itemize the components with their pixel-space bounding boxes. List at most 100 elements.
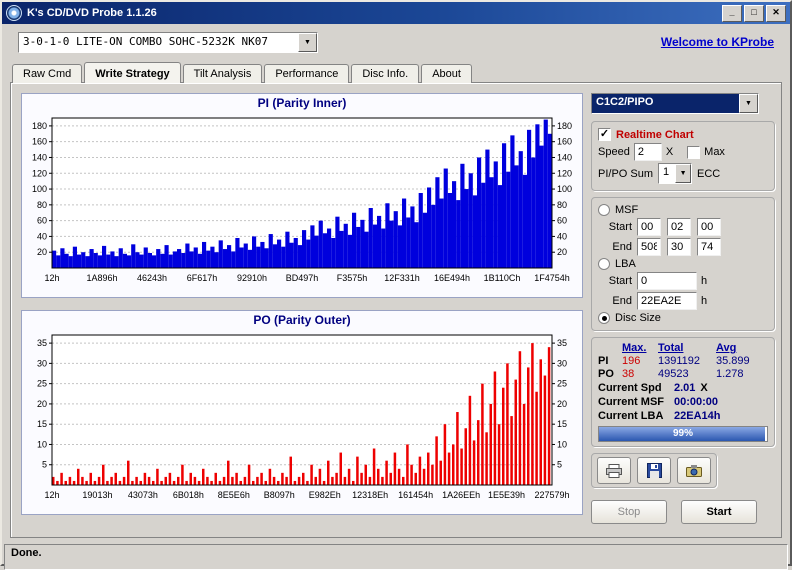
mode-select[interactable]: C1C2/PIPO ▼ [591,93,759,114]
svg-text:1A26EEh: 1A26EEh [442,490,480,500]
lba-radio[interactable] [598,258,610,270]
tab-about[interactable]: About [421,64,472,83]
svg-text:80: 80 [37,200,47,210]
svg-text:10: 10 [37,439,47,449]
svg-text:140: 140 [557,152,572,162]
lba-end-label: End [612,295,632,307]
lba-start-input[interactable] [637,272,697,290]
disc-size-radio[interactable] [598,312,610,324]
tab-write-strategy[interactable]: Write Strategy [84,62,181,83]
status-text: Done. [11,547,42,559]
svg-text:140: 140 [32,152,47,162]
svg-text:35: 35 [557,338,567,348]
svg-text:12h: 12h [44,273,59,283]
msf-radio[interactable] [598,204,610,216]
realtime-chart-label: Realtime Chart [616,128,694,141]
msf-end-sec[interactable] [667,238,691,256]
tab-raw-cmd[interactable]: Raw Cmd [12,64,83,83]
maximize-icon[interactable]: □ [744,4,764,22]
tab-tilt-analysis[interactable]: Tilt Analysis [182,64,263,83]
stats-header-max: Max. [622,342,647,354]
msf-start-frame[interactable] [697,218,721,236]
svg-text:30: 30 [557,358,567,368]
svg-text:180: 180 [32,121,47,131]
svg-text:20: 20 [37,247,47,257]
minimize-icon[interactable]: _ [722,4,742,22]
app-window: K's CD/DVD Probe 1.1.26 _ □ ✕ 3-0-1-0 LI… [0,0,792,570]
current-speed-unit: X [700,382,708,394]
drive-select[interactable]: 3-0-1-0 LITE-ON COMBO SOHC-5232K NK07 ▼ [18,31,318,53]
po-chart-title: PO (Parity Outer) [253,313,351,327]
svg-text:12F331h: 12F331h [384,273,420,283]
range-group: MSF Start End LBA [591,197,775,331]
pi-chart-panel: PI (Parity Inner) 20 20 40 40 60 60 80 80 100 100… [21,93,583,298]
max-speed-checkbox[interactable] [687,145,701,159]
current-msf-row: Current MSF 00:00:00 [598,396,768,408]
tab-bar: Raw Cmd Write Strategy Tilt Analysis Per… [2,60,790,83]
pipo-sum-value: 1 [663,166,670,178]
po-chart-panel: PO (Parity Outer) 5 5 10 10 15 15 20 20 25 25 30 30… [21,310,583,515]
chevron-down-icon[interactable]: ▼ [298,32,317,52]
svg-text:BD497h: BD497h [286,273,319,283]
po-max-value: 38 [622,368,635,380]
pipo-sum-select[interactable]: 1 ▼ [658,163,693,184]
tab-performance[interactable]: Performance [264,64,350,83]
svg-text:160: 160 [557,137,572,147]
lba-end-input[interactable] [637,292,697,310]
title-bar: K's CD/DVD Probe 1.1.26 _ □ ✕ [2,2,790,24]
po-total-value: 49523 [658,368,689,380]
svg-text:46243h: 46243h [137,273,167,283]
svg-text:25: 25 [557,379,567,389]
printer-icon [606,463,622,478]
lba-label: LBA [615,258,636,270]
speed-input[interactable] [633,143,662,161]
po-avg-value: 1.278 [716,368,744,380]
svg-text:60: 60 [557,216,567,226]
svg-text:E982Eh: E982Eh [309,490,341,500]
svg-text:10: 10 [557,439,567,449]
pi-row-label: PI [598,355,609,367]
svg-text:5: 5 [557,460,562,470]
stats-row-pi: PI 196 1391192 35.899 [598,355,768,367]
current-msf-value: 00:00:00 [674,396,719,408]
floppy-disk-icon [646,463,662,478]
svg-text:12318Eh: 12318Eh [352,490,388,500]
current-speed-label: Current Spd [598,382,662,394]
close-icon[interactable]: ✕ [766,4,786,22]
svg-text:B8097h: B8097h [264,490,295,500]
output-buttons-group [591,453,717,488]
drive-select-value: 3-0-1-0 LITE-ON COMBO SOHC-5232K NK07 [23,34,269,48]
svg-text:8E5E6h: 8E5E6h [218,490,250,500]
pi-avg-value: 35.899 [716,355,750,367]
progress-bar: 99% [598,426,768,442]
stats-header-total: Total [658,342,684,354]
svg-text:35: 35 [37,338,47,348]
svg-text:30: 30 [37,358,47,368]
svg-text:161454h: 161454h [398,490,433,500]
msf-start-min[interactable] [637,218,661,236]
snapshot-button[interactable] [677,457,711,484]
svg-text:20: 20 [557,247,567,257]
msf-end-frame[interactable] [697,238,721,256]
pi-chart: 20 20 40 40 60 60 80 80 100 100 120 120 140 140 160 160… [32,117,572,283]
tab-disc-info[interactable]: Disc Info. [351,64,420,83]
chart-options-group: ✓ Realtime Chart Speed X Max PI/PO Sum 1… [591,121,775,191]
svg-text:160: 160 [32,137,47,147]
chevron-down-icon[interactable]: ▼ [675,164,692,183]
msf-end-min[interactable] [637,238,661,256]
po-row-label: PO [598,368,614,380]
stop-button[interactable]: Stop [591,500,667,524]
run-buttons-row: Stop Start [591,500,775,524]
save-button[interactable] [637,457,671,484]
chevron-down-icon[interactable]: ▼ [739,94,758,113]
svg-text:6F617h: 6F617h [187,273,218,283]
start-button[interactable]: Start [681,500,757,524]
msf-start-sec[interactable] [667,218,691,236]
max-speed-label: Max [704,146,725,158]
svg-text:43073h: 43073h [128,490,158,500]
print-button[interactable] [597,457,631,484]
welcome-link[interactable]: Welcome to KProbe [661,35,774,49]
realtime-chart-checkbox[interactable]: ✓ [598,128,611,141]
speed-label: Speed [598,146,630,158]
charts-column: PI (Parity Inner) 20 20 40 40 60 60 80 80 100 100… [21,93,583,527]
